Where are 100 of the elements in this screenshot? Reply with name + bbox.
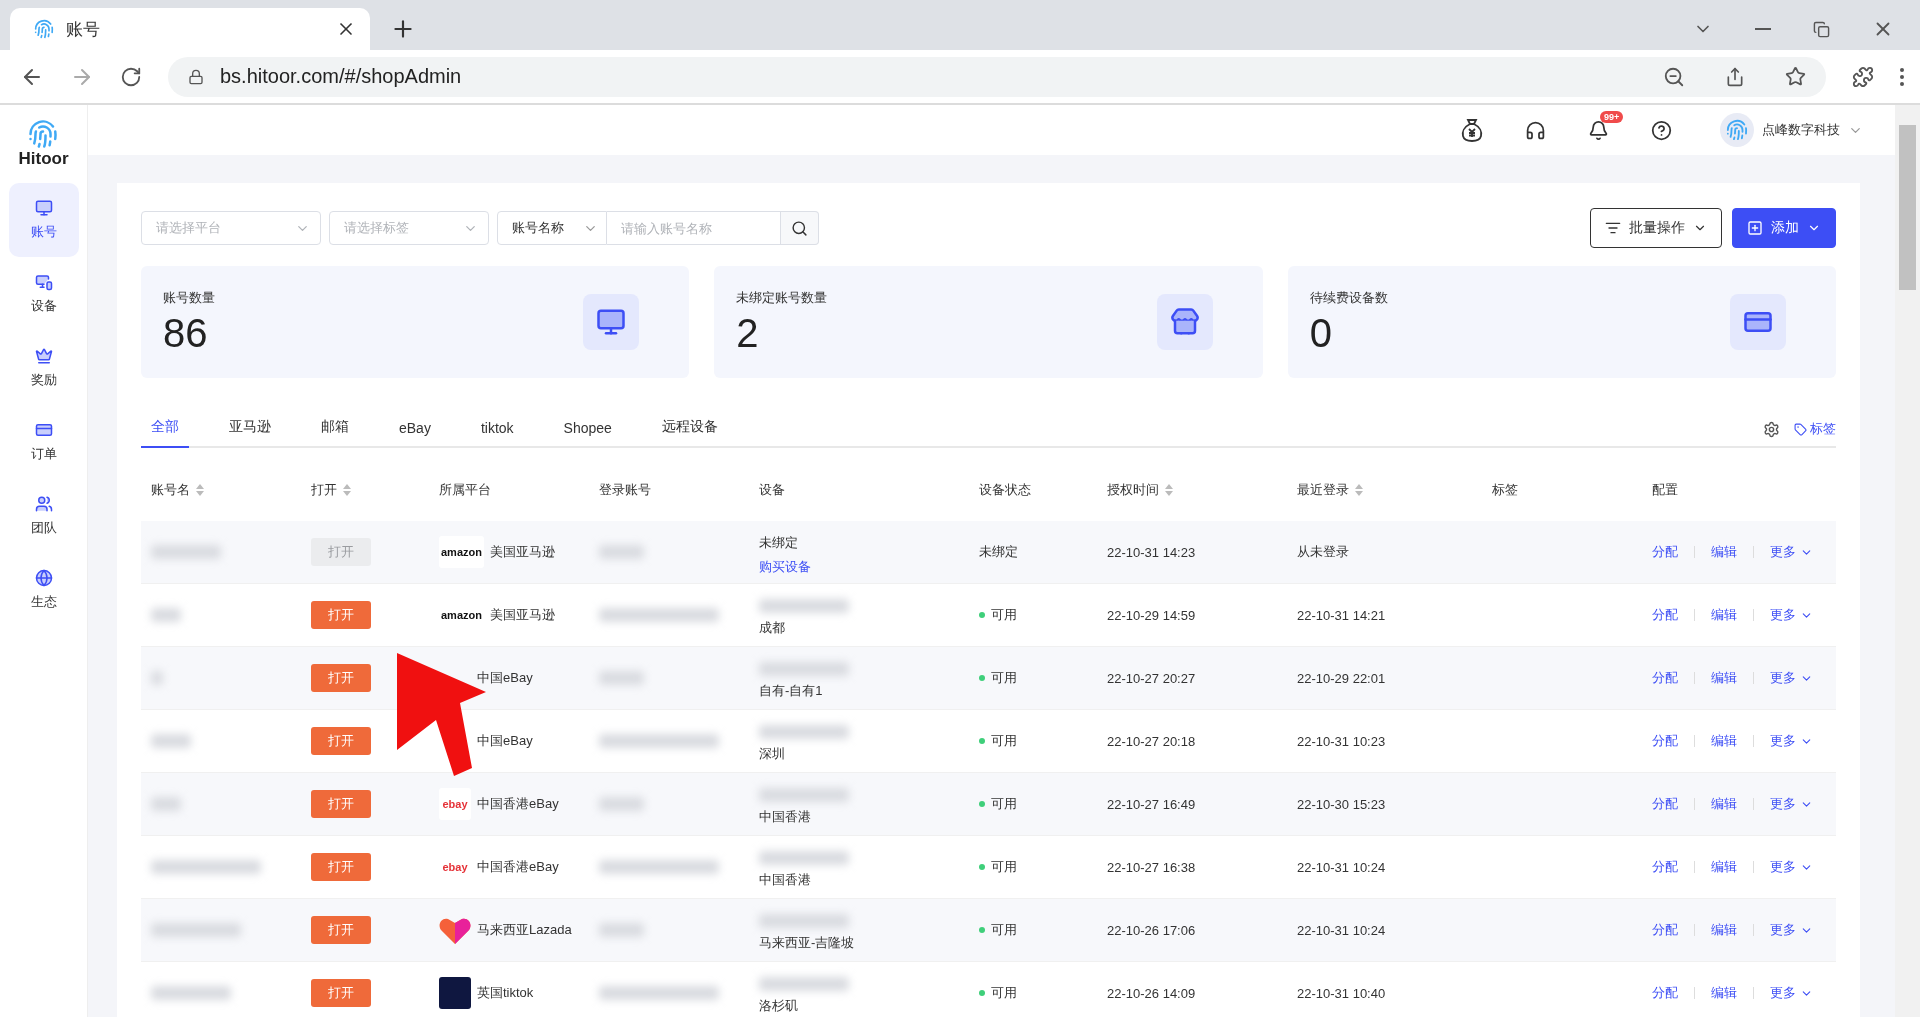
nav-item[interactable]: 账号 [8, 183, 79, 257]
nav-item[interactable]: 生态 [8, 553, 79, 627]
globe-icon [34, 569, 53, 587]
column-header[interactable]: 打开 [301, 480, 429, 499]
row-action-link[interactable]: 分配 [1652, 543, 1678, 561]
device-name: 自有-自有1 [759, 682, 824, 700]
share-icon[interactable] [1725, 66, 1745, 87]
auth-time: 22-10-26 14:09 [1107, 985, 1196, 1001]
nav-item[interactable]: 设备 [8, 257, 79, 331]
money-bag-icon[interactable] [1461, 118, 1483, 142]
platform-tab[interactable]: 亚马逊 [219, 418, 281, 448]
tab-title: 账号 [66, 18, 101, 41]
blurred-text [151, 608, 181, 622]
row-action-link[interactable]: 分配 [1652, 984, 1678, 1002]
platform-tab[interactable]: tiktok [470, 420, 524, 448]
last-login: 22-10-29 22:01 [1297, 670, 1386, 686]
row-action-link[interactable]: 更多 [1770, 921, 1813, 939]
reload-button[interactable] [120, 65, 142, 88]
column-header[interactable]: 授权时间 [1097, 480, 1287, 499]
last-login: 22-10-31 10:24 [1297, 922, 1386, 938]
column-header[interactable]: 账号名 [141, 480, 301, 499]
row-action-link[interactable]: 编辑 [1711, 921, 1737, 939]
search-input[interactable]: 请输入账号名称 [607, 211, 781, 245]
platform-name: 美国亚马逊 [489, 543, 555, 561]
row-action-link[interactable]: 编辑 [1711, 669, 1737, 687]
last-login: 22-10-31 10:23 [1297, 733, 1386, 749]
status-text: 可用 [991, 606, 1017, 624]
platform-name: 英国tiktok [477, 984, 534, 1002]
platform-tab[interactable]: eBay [389, 420, 441, 448]
nav-item[interactable]: 团队 [8, 479, 79, 553]
row-action-link[interactable]: 更多 [1770, 543, 1813, 561]
blurred-text [151, 797, 181, 811]
last-login: 22-10-31 10:24 [1297, 859, 1386, 875]
extensions-button[interactable] [1852, 65, 1874, 88]
row-action-link[interactable]: 编辑 [1711, 984, 1737, 1002]
row-action-link[interactable]: 更多 [1770, 984, 1813, 1002]
column-header: 所属平台 [438, 480, 492, 499]
platform-name: 中国eBay [477, 732, 533, 750]
search-field-select[interactable]: 账号名称 [497, 211, 607, 245]
people-icon [34, 495, 53, 513]
user-menu[interactable]: 点峰数字科技 [1714, 112, 1869, 148]
stat-value: 86 [163, 310, 209, 356]
row-action-link[interactable]: 编辑 [1711, 732, 1737, 750]
scrollbar[interactable] [1895, 105, 1920, 1017]
row-action-link[interactable]: 更多 [1770, 858, 1813, 876]
device-name: 洛杉矶 [759, 997, 799, 1015]
row-action-link[interactable]: 编辑 [1711, 543, 1737, 561]
add-button[interactable]: 添加 [1732, 208, 1836, 248]
bookmark-star-icon[interactable] [1785, 66, 1806, 87]
nav-item[interactable]: 奖励 [8, 331, 79, 405]
status-text: 可用 [991, 669, 1017, 687]
batch-button[interactable]: 批量操作 [1590, 208, 1722, 248]
row-action-link[interactable]: 更多 [1770, 795, 1813, 813]
row-action-link[interactable]: 更多 [1770, 732, 1813, 750]
row-action-link[interactable]: 更多 [1770, 606, 1813, 624]
row-action-link[interactable]: 分配 [1652, 669, 1678, 687]
notification-bell-icon[interactable] [1588, 119, 1609, 141]
column-header: 配置 [1651, 480, 1679, 499]
blurred-text [599, 545, 644, 559]
settings-icon[interactable] [1763, 420, 1780, 438]
column-header: 标签 [1491, 480, 1519, 499]
platform-tab[interactable]: 全部 [141, 418, 189, 448]
url-text: bs.hitoor.com/#/shopAdmin [220, 65, 463, 88]
row-action-link[interactable]: 编辑 [1711, 858, 1737, 876]
platform-name: 中国香港eBay [477, 795, 559, 813]
browser-menu-button[interactable] [1900, 67, 1904, 86]
row-action-link[interactable]: 编辑 [1711, 795, 1737, 813]
browser-tab[interactable]: 账号 [10, 8, 370, 50]
row-action-link[interactable]: 分配 [1652, 921, 1678, 939]
zoom-out-icon[interactable] [1663, 65, 1685, 88]
address-bar[interactable]: bs.hitoor.com/#/shopAdmin [168, 56, 1826, 97]
search-button[interactable] [781, 211, 819, 245]
platform-name: 马来西亚Lazada [477, 921, 572, 939]
tag-link[interactable]: 标签 [1794, 420, 1836, 438]
headset-icon[interactable] [1525, 119, 1546, 141]
row-action-link[interactable]: 编辑 [1711, 606, 1737, 624]
row-action-link[interactable]: 分配 [1652, 606, 1678, 624]
minimize-icon [1755, 28, 1771, 30]
row-action-link[interactable]: 更多 [1770, 669, 1813, 687]
row-action-link[interactable]: 分配 [1652, 732, 1678, 750]
card-icon [34, 421, 53, 439]
row-action-link[interactable]: 分配 [1652, 858, 1678, 876]
platform-tab[interactable]: 邮箱 [311, 418, 359, 448]
card-icon [1730, 294, 1786, 350]
row-action-link[interactable]: 分配 [1652, 795, 1678, 813]
nav-item[interactable]: 订单 [8, 405, 79, 479]
device-name: 成都 [759, 619, 786, 637]
platform-logo: amazon [439, 536, 484, 568]
restore-button[interactable] [1813, 20, 1830, 38]
help-icon[interactable] [1651, 119, 1672, 141]
auth-time: 22-10-31 14:23 [1107, 544, 1196, 560]
status-text: 可用 [991, 858, 1017, 876]
status-text: 可用 [991, 921, 1017, 939]
stat-label: 账号数量 [163, 288, 216, 307]
auth-time: 22-10-27 16:49 [1107, 796, 1196, 812]
column-header[interactable]: 最近登录 [1287, 480, 1482, 499]
buy-device-link[interactable]: 购买设备 [759, 558, 811, 576]
platform-tab[interactable]: 远程设备 [651, 418, 728, 448]
platform-name: 中国eBay [477, 669, 533, 687]
platform-tab[interactable]: Shopee [553, 420, 622, 448]
